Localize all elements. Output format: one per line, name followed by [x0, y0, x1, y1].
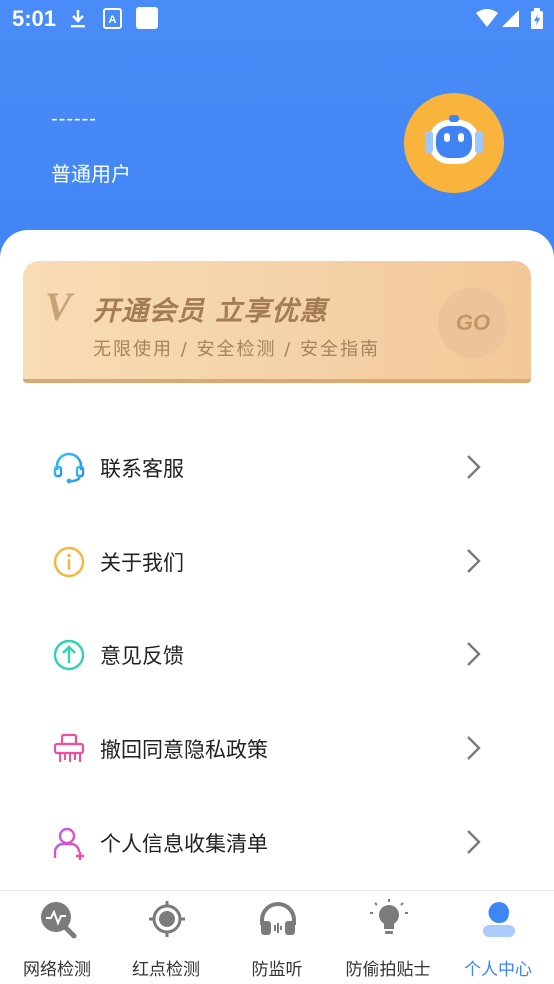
menu-item-label: 意见反馈 [100, 644, 184, 668]
menu-item-contact-support[interactable]: 联系客服 [0, 437, 554, 497]
user-type: 普通用户 [51, 162, 131, 186]
chevron-right-icon [467, 830, 481, 854]
info-icon [53, 546, 85, 578]
battery-icon [531, 8, 543, 29]
nav-tab-anti-eavesdrop[interactable]: 防监听 [222, 891, 332, 984]
nav-tab-anti-spy-tips[interactable]: 防偷拍贴士 [333, 891, 443, 984]
nav-label: 红点检测 [132, 960, 200, 980]
robot-avatar-icon [425, 115, 483, 164]
user-add-icon [53, 827, 84, 860]
nav-label: 防监听 [251, 960, 303, 980]
headset-icon [53, 452, 85, 484]
vip-title: 开通会员 立享优惠 [93, 296, 328, 327]
username: ------ [51, 108, 97, 130]
menu-item-personal-info-list[interactable]: 个人信息收集清单 [0, 812, 554, 872]
menu-item-feedback[interactable]: 意见反馈 [0, 624, 554, 684]
vip-subtitle: 无限使用 / 安全检测 / 安全指南 [93, 339, 381, 360]
chevron-right-icon [467, 455, 481, 479]
headphones-icon [260, 902, 296, 935]
signal-icon [502, 10, 519, 27]
camera-lens-icon [149, 901, 185, 937]
upload-feedback-icon [53, 639, 85, 671]
nav-label: 防偷拍贴士 [345, 960, 431, 980]
nav-tab-red-dot-check[interactable]: 红点检测 [111, 891, 221, 984]
menu-item-about-us[interactable]: 关于我们 [0, 531, 554, 591]
bottom-nav: 网络检测 红点检测 防监听 防偷拍贴士 个人中心 [0, 890, 554, 984]
network-scan-icon [41, 902, 77, 939]
lightbulb-icon [370, 899, 408, 934]
chevron-right-icon [467, 736, 481, 760]
nav-label: 网络检测 [23, 960, 91, 980]
vip-badge: V [45, 284, 72, 329]
profile-icon [483, 902, 515, 937]
wifi-icon [476, 9, 498, 27]
menu-item-label: 撤回同意隐私政策 [100, 738, 268, 762]
nav-tab-network-check[interactable]: 网络检测 [2, 891, 112, 984]
menu-item-revoke-privacy[interactable]: 撤回同意隐私政策 [0, 718, 554, 778]
menu-item-label: 个人信息收集清单 [100, 832, 268, 856]
menu-item-label: 关于我们 [100, 551, 184, 575]
nav-label: 个人中心 [464, 960, 532, 980]
menu-item-label: 联系客服 [100, 457, 184, 481]
status-time: 5:01 [12, 6, 57, 31]
notification-square-icon [136, 7, 158, 29]
keyboard-a-icon: A [103, 8, 122, 29]
nav-tab-personal-center[interactable]: 个人中心 [443, 891, 553, 984]
svg-text:A: A [109, 14, 117, 26]
shredder-icon [53, 733, 85, 762]
status-bar: 5:01 A [0, 0, 554, 38]
vip-banner[interactable]: V 开通会员 立享优惠 无限使用 / 安全检测 / 安全指南 GO [23, 261, 531, 383]
download-icon [71, 10, 85, 28]
vip-go-button[interactable]: GO [438, 288, 508, 358]
chevron-right-icon [467, 642, 481, 666]
avatar[interactable] [404, 93, 504, 193]
chevron-right-icon [467, 549, 481, 573]
